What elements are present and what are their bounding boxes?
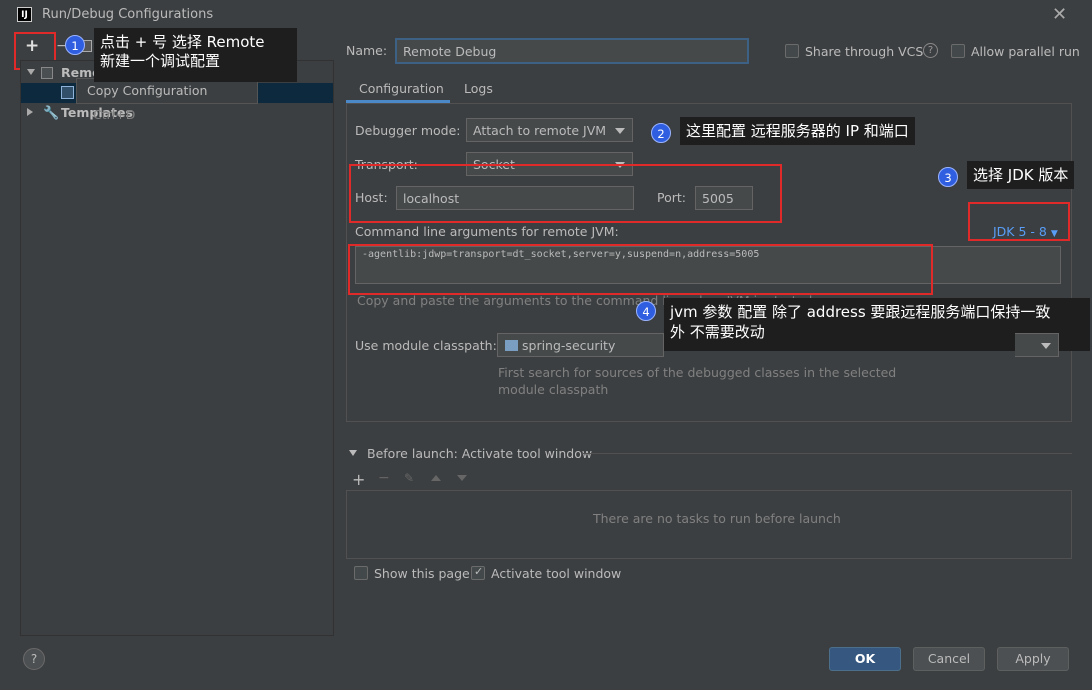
wrench-icon: 🔧	[43, 106, 60, 121]
before-launch-label[interactable]: Before launch: Activate tool window	[367, 446, 592, 461]
module-classpath-select-extension[interactable]	[1015, 333, 1059, 357]
show-page-checkbox[interactable]	[354, 566, 368, 580]
apply-button[interactable]: Apply	[997, 647, 1069, 671]
tab-configuration[interactable]: Configuration	[359, 81, 444, 96]
add-task-button[interactable]: +	[352, 470, 365, 489]
checkmark-icon: ✓	[474, 565, 484, 578]
chevron-down-icon[interactable]	[27, 69, 35, 75]
activate-tool-label: Activate tool window	[491, 566, 622, 581]
module-hint-line2: module classpath	[498, 382, 609, 397]
debugger-mode-label: Debugger mode:	[355, 123, 461, 138]
module-hint-line1: First search for sources of the debugged…	[498, 365, 897, 380]
configuration-tree: Remo 🔧 Templates	[20, 60, 334, 636]
edit-task-icon[interactable]: ✎	[404, 471, 414, 485]
tree-item-templates[interactable]: 🔧 Templates	[21, 103, 333, 123]
annotation-badge-1: 1	[65, 35, 85, 55]
annotation-box-cmd	[348, 244, 933, 295]
folder-icon	[505, 340, 518, 351]
chevron-down-icon	[615, 128, 625, 134]
name-label: Name:	[346, 43, 388, 58]
intellij-app-icon: IJ	[17, 7, 32, 22]
annotation-badge-3: 3	[938, 167, 958, 187]
remove-task-button[interactable]: −	[378, 470, 390, 486]
before-launch-divider	[582, 453, 1072, 454]
menu-item-shortcut: Ctrl+D	[93, 107, 136, 122]
share-vcs-label: Share through VCS	[805, 44, 924, 59]
select-value: Attach to remote JVM	[473, 123, 607, 138]
activate-tool-checkbox[interactable]: ✓	[471, 565, 485, 580]
annotation-badge-4: 4	[636, 301, 656, 321]
annotation-box-jdk	[968, 202, 1070, 241]
cancel-button[interactable]: Cancel	[913, 647, 985, 671]
allow-parallel-label: Allow parallel run	[971, 44, 1080, 59]
help-icon[interactable]: ?	[923, 43, 938, 58]
annotation-note-2: 这里配置 远程服务器的 IP 和端口	[680, 117, 915, 145]
allow-parallel-checkbox[interactable]	[951, 44, 965, 58]
empty-task-list-text: There are no tasks to run before launch	[593, 511, 841, 526]
annotation-note-3: 选择 JDK 版本	[967, 161, 1075, 189]
ok-button[interactable]: OK	[829, 647, 901, 671]
tab-logs[interactable]: Logs	[464, 81, 493, 96]
annotation-note-line: jvm 参数 配置 除了 address 要跟远程服务端口保持一致	[670, 303, 1051, 321]
menu-item-label: Copy Configuration	[87, 83, 208, 98]
remote-icon	[41, 67, 53, 79]
move-down-icon[interactable]	[457, 475, 467, 481]
cmd-args-label: Command line arguments for remote JVM:	[355, 224, 619, 239]
share-vcs-checkbox[interactable]	[785, 44, 799, 58]
select-value: spring-security	[522, 338, 616, 353]
close-icon[interactable]: ✕	[1052, 4, 1067, 25]
move-up-icon[interactable]	[431, 475, 441, 481]
annotation-badge-2: 2	[651, 123, 671, 143]
annotation-box-host-port	[349, 164, 782, 223]
module-classpath-label: Use module classpath:	[355, 338, 497, 353]
annotation-note-1: 点击 + 号 选择 Remote 新建一个调试配置	[94, 28, 297, 82]
module-classpath-select[interactable]: spring-security	[497, 333, 664, 357]
name-field[interactable]: Remote Debug	[395, 38, 749, 64]
remote-debug-icon	[61, 86, 74, 99]
chevron-down-icon[interactable]	[349, 450, 357, 456]
window-title: Run/Debug Configurations	[42, 7, 214, 22]
annotation-note-line: 新建一个调试配置	[100, 52, 221, 70]
debugger-mode-select[interactable]: Attach to remote JVM	[466, 118, 633, 142]
show-page-label: Show this page	[374, 566, 470, 581]
help-button[interactable]: ?	[23, 648, 45, 670]
before-launch-task-list: There are no tasks to run before launch	[346, 490, 1072, 559]
chevron-right-icon[interactable]	[27, 108, 33, 116]
chevron-down-icon	[1041, 343, 1051, 349]
